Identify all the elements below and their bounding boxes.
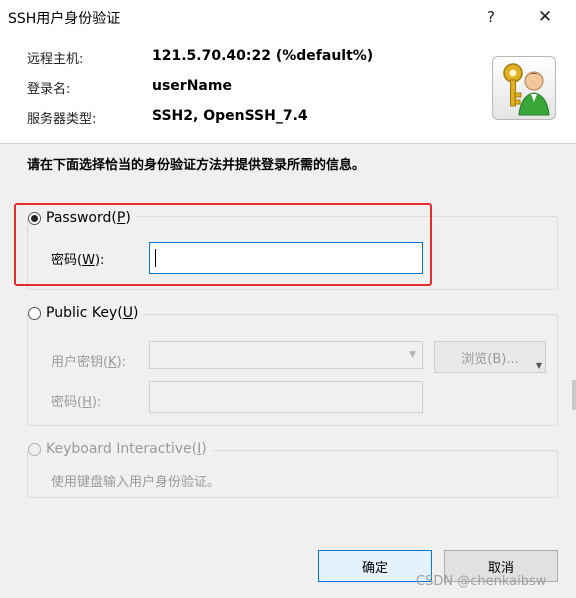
user-key-icon [492, 56, 556, 120]
keyboard-interactive-group: 使用键盘输入用户身份验证。 [27, 450, 558, 498]
close-button[interactable]: ✕ [532, 4, 558, 30]
instruction-text: 请在下面选择恰当的身份验证方法并提供登录所需的信息。 [27, 158, 366, 173]
watermark: CSDN @chenkaibsw [416, 574, 547, 589]
window-edge-marker [572, 380, 576, 410]
user-key-label-prefix: 用户密钥( [51, 355, 109, 370]
help-icon: ? [487, 8, 495, 26]
dropdown-arrow-icon: ▼ [535, 361, 542, 370]
title-bar: SSH用户身份验证 ? ✕ [0, 0, 576, 34]
highlight-annotation [14, 203, 432, 286]
passphrase-accesskey: H [82, 395, 92, 410]
user-key-select[interactable]: ▼ [149, 341, 423, 369]
passphrase-label-prefix: 密码( [51, 395, 83, 410]
login-name-label: 登录名: [27, 82, 71, 97]
remote-host-label: 远程主机: [27, 52, 84, 67]
public-key-group: 用户密钥(K): ▼ 浏览(B)... ▼ 密码(H): [27, 314, 558, 426]
public-key-label-suffix: ) [132, 305, 139, 321]
user-key-label-suffix: ): [116, 355, 127, 370]
keyboard-label-prefix: Keyboard Interactive( [46, 441, 198, 457]
keyboard-interactive-radio-label: Keyboard Interactive(I) [46, 441, 207, 457]
keyboard-label-suffix: ) [201, 441, 207, 457]
public-key-radio-label: Public Key(U) [46, 305, 138, 321]
server-type-value: SSH2, OpenSSH_7.4 [152, 108, 308, 124]
public-key-radio[interactable]: Public Key(U) [28, 305, 145, 321]
close-icon: ✕ [537, 7, 553, 27]
browse-button-label: 浏览(B)... [461, 351, 519, 367]
public-key-label-prefix: Public Key( [46, 305, 123, 321]
passphrase-label: 密码(H): [51, 391, 101, 410]
user-key-accesskey: K [108, 355, 117, 370]
public-key-radio-indicator[interactable] [28, 306, 41, 320]
passphrase-input[interactable] [149, 381, 423, 413]
server-type-label: 服务器类型: [27, 112, 97, 127]
help-button[interactable]: ? [478, 4, 504, 30]
keyboard-interactive-radio-indicator[interactable] [28, 442, 41, 456]
public-key-accesskey: U [122, 305, 133, 321]
window-title: SSH用户身份验证 [8, 11, 121, 27]
session-info-panel: 远程主机: 121.5.70.40:22 (%default%) 登录名: us… [0, 34, 576, 144]
browse-button[interactable]: 浏览(B)... ▼ [434, 341, 546, 373]
login-name-value: userName [152, 78, 232, 94]
chevron-down-icon: ▼ [409, 350, 416, 360]
passphrase-label-suffix: ): [91, 395, 102, 410]
keyboard-interactive-description: 使用键盘输入用户身份验证。 [51, 475, 221, 490]
remote-host-value: 121.5.70.40:22 (%default%) [152, 48, 374, 64]
user-key-label: 用户密钥(K): [51, 351, 126, 370]
ok-button[interactable]: 确定 [318, 550, 432, 582]
keyboard-interactive-radio[interactable]: Keyboard Interactive(I) [28, 441, 213, 457]
